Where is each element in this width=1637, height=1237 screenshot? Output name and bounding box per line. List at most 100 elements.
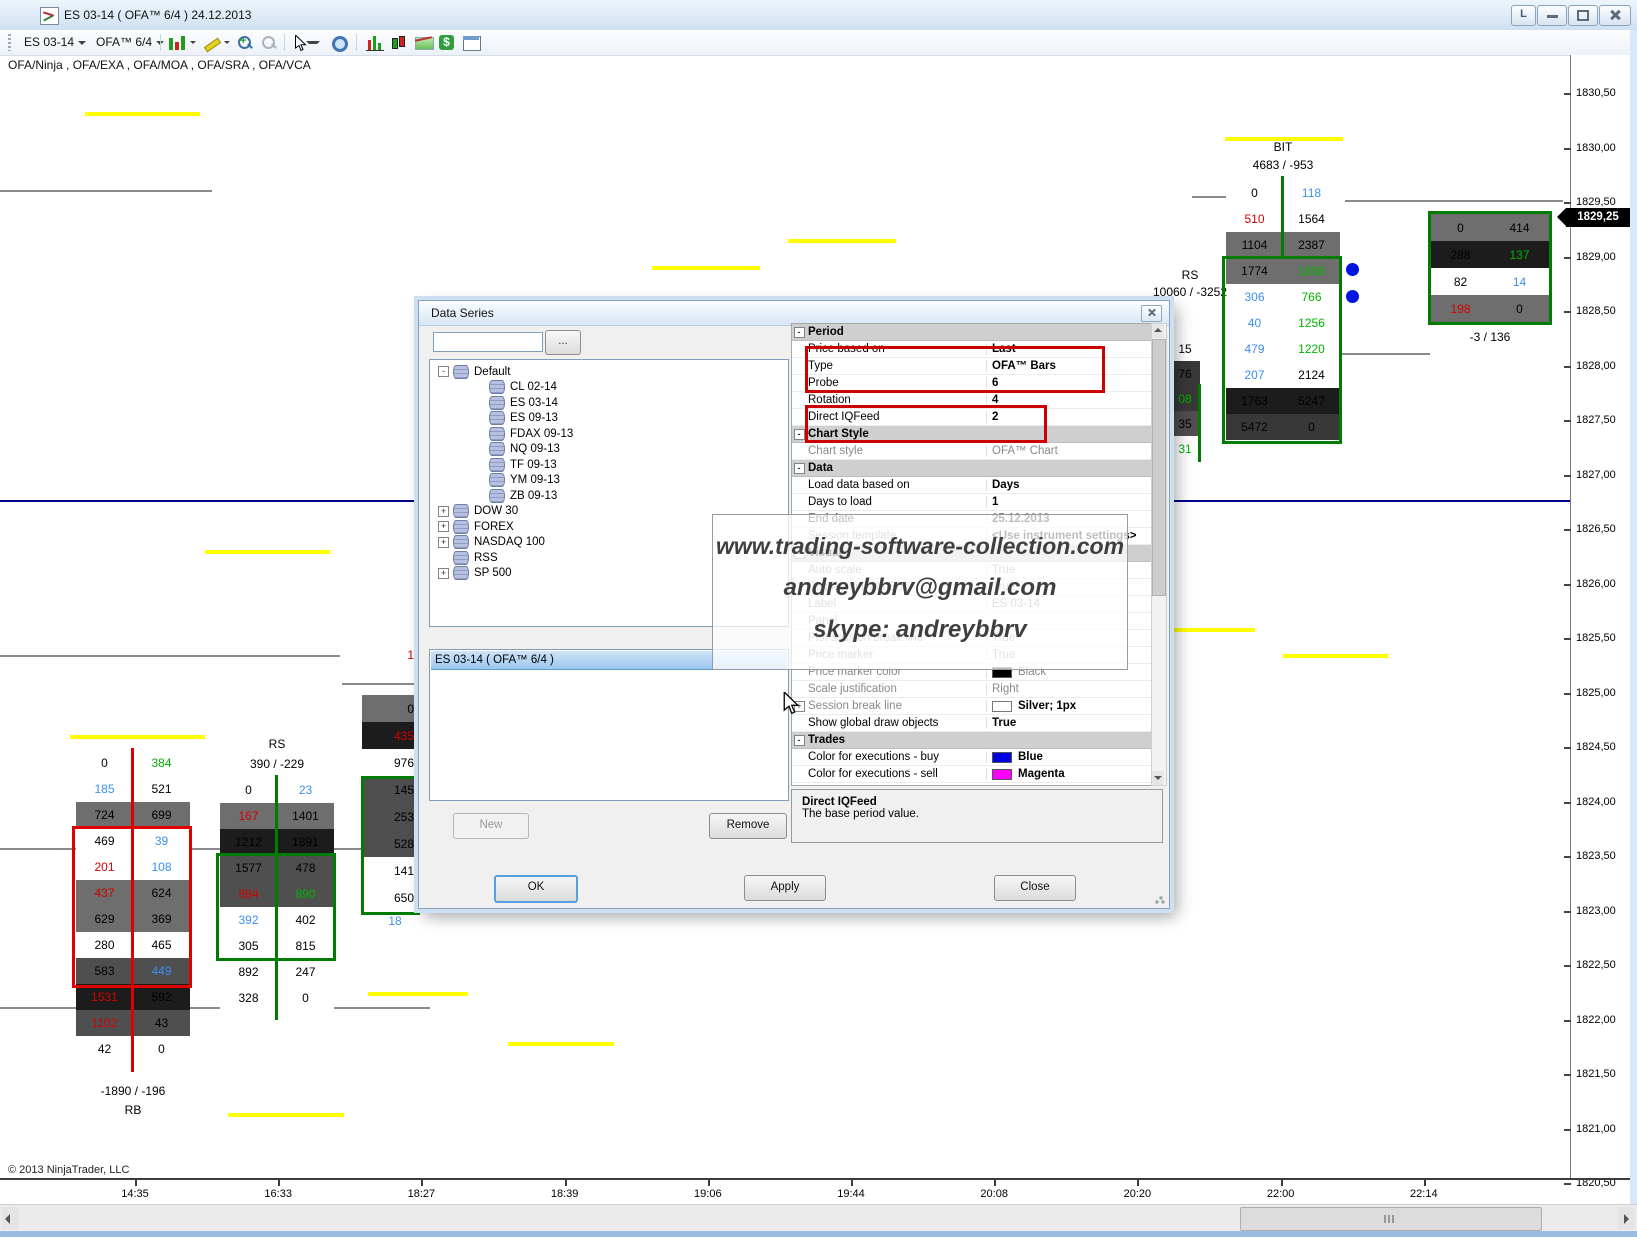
tree-expander-icon[interactable]	[438, 537, 449, 548]
ask-value: 23	[277, 783, 334, 797]
property-grid-scrollbar[interactable]	[1151, 323, 1167, 786]
scroll-up-icon[interactable]	[1152, 324, 1164, 338]
property-name: Show global draw objects	[806, 717, 986, 729]
yellow-dash	[1157, 628, 1255, 632]
property-row[interactable]: Days to load 1	[792, 494, 1152, 511]
footprint-row: 76	[1170, 361, 1200, 386]
bid-value: 167	[220, 809, 277, 823]
tree-item-label: ZB 09-13	[510, 490, 557, 502]
remove-button[interactable]: Remove	[709, 813, 787, 839]
bar-type-icon[interactable]	[168, 34, 188, 52]
tree-expander-icon[interactable]	[438, 366, 449, 377]
close-button[interactable]	[1599, 5, 1631, 26]
time-axis[interactable]: 14:3516:3318:2718:3919:0619:4420:0820:20…	[0, 1180, 1637, 1204]
row-expander-icon[interactable]	[794, 735, 805, 746]
property-row[interactable]: Trades	[792, 732, 1152, 749]
price-label: 1827,50	[1576, 414, 1616, 426]
yellow-dash	[788, 239, 896, 243]
property-row[interactable]: Session break line Silver; 1px	[792, 698, 1152, 715]
period-selector[interactable]: OFA™ 6/4	[96, 34, 164, 51]
toolbar-grip[interactable]	[8, 34, 11, 51]
price-tick	[1564, 1020, 1571, 1022]
price-tick	[1564, 202, 1571, 204]
toolbar-separator	[160, 34, 161, 51]
browse-button[interactable]: ...	[545, 330, 581, 355]
scroll-down-icon[interactable]	[1152, 771, 1164, 785]
draw-pencil-icon[interactable]	[202, 34, 222, 52]
tree-item[interactable]: ES 03-14	[430, 395, 788, 411]
property-row[interactable]: Show global draw objects True	[792, 715, 1152, 732]
property-name: Color for executions - buy	[806, 751, 986, 763]
table-icon[interactable]	[462, 34, 482, 52]
apply-button[interactable]: Apply	[744, 875, 826, 901]
price-label: 1822,50	[1576, 959, 1616, 971]
series-list[interactable]: ES 03-14 ( OFA™ 6/4 )	[429, 649, 789, 801]
property-row[interactable]: Chart style OFA™ Chart	[792, 443, 1152, 460]
footprint-row: 15	[1170, 336, 1200, 361]
ask-value: 247	[277, 965, 334, 979]
property-row[interactable]: Color for executions - buy Blue	[792, 749, 1152, 766]
tree-item[interactable]: Default	[430, 364, 788, 380]
database-icon	[489, 458, 505, 472]
tree-item[interactable]: ES 09-13	[430, 411, 788, 427]
property-row[interactable]: Load data based on Days	[792, 477, 1152, 494]
scroll-right-button[interactable]	[1618, 1207, 1635, 1229]
bit-delta: 4683 / -953	[1226, 158, 1340, 172]
scrollbar-thumb[interactable]	[1240, 1207, 1542, 1231]
resize-grip[interactable]	[1155, 894, 1165, 904]
bid-value: 1212	[220, 835, 277, 849]
price-tick	[1564, 475, 1571, 477]
candlestick-icon[interactable]	[390, 34, 410, 52]
tree-item[interactable]: ZB 09-13	[430, 488, 788, 504]
property-row[interactable]: NinjaScript strategy profitable trac Dar…	[792, 783, 1152, 786]
minimize-button[interactable]	[1537, 5, 1567, 26]
price-label: 1830,50	[1576, 87, 1616, 99]
tree-item[interactable]: NQ 09-13	[430, 442, 788, 458]
watermark-line: andreybbrv@gmail.com	[713, 574, 1127, 602]
row-expander-icon[interactable]	[794, 327, 805, 338]
gridline	[0, 1007, 430, 1009]
row-expander-icon[interactable]	[794, 463, 805, 474]
scroll-left-button[interactable]	[2, 1207, 19, 1229]
new-button[interactable]: New	[453, 813, 529, 839]
property-row[interactable]: Period	[792, 324, 1152, 341]
analysis-chart-icon[interactable]	[366, 34, 386, 52]
tree-expander-icon[interactable]	[438, 506, 449, 517]
tree-item-label: DOW 30	[474, 505, 518, 517]
ok-button[interactable]: OK	[494, 875, 578, 903]
price-tick	[1564, 148, 1571, 150]
row-expander-icon[interactable]	[794, 429, 805, 440]
search-icon[interactable]	[330, 34, 350, 52]
area-chart-icon[interactable]	[414, 34, 434, 52]
tree-expander-icon[interactable]	[438, 568, 449, 579]
tree-expander-icon[interactable]	[438, 521, 449, 532]
property-row[interactable]: Scale justification Right	[792, 681, 1152, 698]
instrument-selector[interactable]: ES 03-14	[24, 34, 86, 51]
tree-item[interactable]: CL 02-14	[430, 380, 788, 396]
property-row[interactable]: Data	[792, 460, 1152, 477]
zoom-out-icon[interactable]	[260, 34, 280, 52]
property-name: Color for executions - sell	[806, 768, 986, 780]
search-input[interactable]	[433, 332, 543, 352]
layout-button[interactable]: L	[1511, 5, 1536, 26]
dialog-close-icon[interactable]	[1141, 305, 1162, 322]
footprint-row: 35	[1170, 411, 1200, 436]
cursor-tool-icon[interactable]	[292, 34, 312, 52]
right-box-highlight	[1428, 211, 1552, 325]
tree-item[interactable]: FDAX 09-13	[430, 426, 788, 442]
footprint-row: 31	[1170, 436, 1200, 461]
scrollbar-thumb[interactable]	[1152, 339, 1166, 596]
tree-item[interactable]: YM 09-13	[430, 473, 788, 489]
ask-value: 1891	[277, 835, 334, 849]
zoom-in-icon[interactable]: +	[236, 34, 256, 52]
price-tick	[1564, 1129, 1571, 1131]
horizontal-scrollbar[interactable]	[0, 1204, 1637, 1232]
bit-rotation-line	[1281, 176, 1284, 258]
dialog-close-button[interactable]: Close	[994, 875, 1076, 901]
restore-button[interactable]	[1568, 5, 1598, 26]
property-row[interactable]: Color for executions - sell Magenta	[792, 766, 1152, 783]
tree-item[interactable]: TF 09-13	[430, 457, 788, 473]
database-icon	[453, 551, 469, 565]
window-title: ES 03-14 ( OFA™ 6/4 ) 24.12.2013	[64, 8, 251, 22]
dollar-icon[interactable]: $	[438, 34, 458, 52]
